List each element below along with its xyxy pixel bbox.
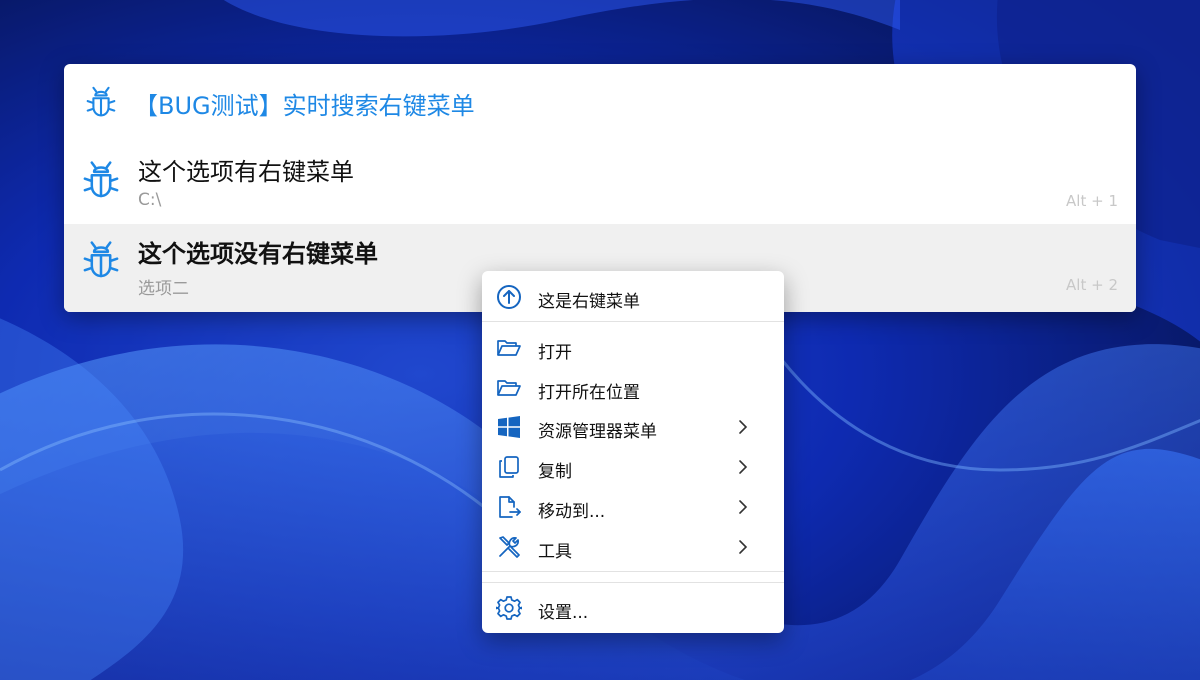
file-move-icon xyxy=(499,496,521,518)
chevron-right-icon xyxy=(739,420,748,434)
bug-icon xyxy=(86,86,116,117)
folder-open-icon xyxy=(497,380,521,396)
menu-item-label: 这是右键菜单 xyxy=(538,292,640,312)
context-menu-header-item[interactable]: 这是右键菜单 xyxy=(482,278,784,316)
menu-item-label: 工具 xyxy=(538,542,572,562)
menu-item-label: 设置... xyxy=(538,603,589,623)
chevron-right-icon xyxy=(739,500,748,514)
menu-item-settings[interactable]: 设置... xyxy=(482,589,784,627)
copy-icon xyxy=(499,456,519,478)
result-subtitle: C:\ xyxy=(138,190,162,210)
menu-item-move-to[interactable]: 移动到... xyxy=(482,488,784,526)
menu-item-tools[interactable]: 工具 xyxy=(482,528,784,566)
windows-logo-icon xyxy=(498,416,520,438)
menu-item-label: 打开所在位置 xyxy=(538,383,640,403)
menu-item-label: 资源管理器菜单 xyxy=(538,422,657,442)
menu-item-open-location[interactable]: 打开所在位置 xyxy=(482,369,784,407)
menu-item-label: 打开 xyxy=(538,343,572,363)
chevron-right-icon xyxy=(739,540,748,554)
result-hotkey: Alt + 2 xyxy=(1066,276,1118,294)
result-subtitle: 选项二 xyxy=(138,279,189,299)
menu-item-open[interactable]: 打开 xyxy=(482,329,784,367)
menu-separator xyxy=(482,582,784,583)
gear-icon xyxy=(496,596,522,620)
result-item[interactable]: 这个选项有右键菜单 C:\ Alt + 1 xyxy=(64,144,1136,224)
menu-item-explorer-menu[interactable]: 资源管理器菜单 xyxy=(482,408,784,446)
folder-open-icon xyxy=(497,340,521,356)
result-title: 这个选项有右键菜单 xyxy=(138,158,354,186)
context-menu: 这是右键菜单 打开 打开所在位置 资源管理器菜单 复制 移动到... 工具 设置… xyxy=(482,271,784,633)
bug-icon xyxy=(83,241,119,278)
tools-icon xyxy=(499,536,520,558)
chevron-right-icon xyxy=(739,460,748,474)
bug-icon xyxy=(83,161,119,198)
menu-item-label: 移动到... xyxy=(538,502,606,522)
menu-item-label: 复制 xyxy=(538,462,572,482)
menu-separator xyxy=(482,571,784,572)
search-query-row[interactable]: 【BUG测试】实时搜索右键菜单 xyxy=(64,64,1136,140)
search-query-text[interactable]: 【BUG测试】实时搜索右键菜单 xyxy=(134,86,475,121)
menu-item-copy[interactable]: 复制 xyxy=(482,448,784,486)
result-title: 这个选项没有右键菜单 xyxy=(138,240,378,268)
menu-separator xyxy=(482,321,784,322)
result-hotkey: Alt + 1 xyxy=(1066,192,1118,210)
arrow-up-circle-icon xyxy=(497,285,521,309)
